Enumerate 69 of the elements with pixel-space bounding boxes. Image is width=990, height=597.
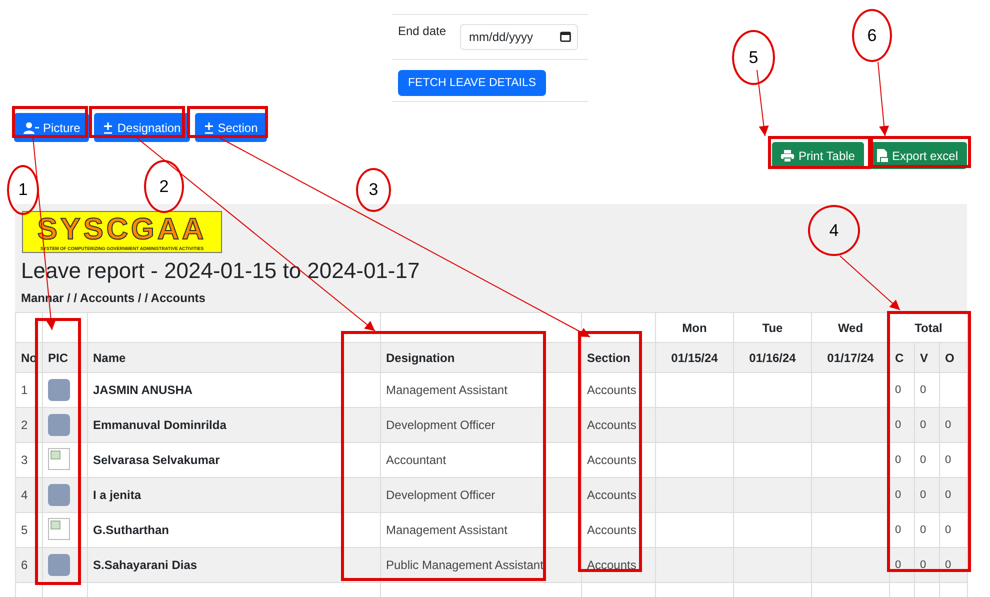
table-cell: Development Officer: [380, 478, 582, 512]
column-header: Designation: [380, 342, 582, 372]
plus-minus-icon: [103, 122, 114, 134]
callout-number: 2: [144, 160, 184, 213]
table-cell: G.Sutharthan: [88, 512, 380, 548]
column-header: Section: [582, 342, 656, 372]
column-header: V: [914, 342, 940, 372]
column-header: Wed: [812, 312, 890, 342]
column-header: 01/15/24: [656, 342, 734, 372]
photo-placeholder: [48, 484, 70, 506]
table-cell: Emmanuval Dominrilda: [88, 408, 380, 442]
callout-number: 4: [808, 205, 860, 256]
table-cell: Accounts: [582, 512, 656, 548]
printer-icon: [781, 150, 794, 162]
table-cell: 0: [945, 524, 952, 536]
table-cell: Accountant: [380, 442, 582, 478]
table-cell: Accounts: [582, 478, 656, 512]
plus-minus-icon: [204, 122, 214, 134]
table-cell: 0: [920, 489, 926, 501]
photo-placeholder: [48, 379, 70, 401]
column-header: Total: [890, 312, 968, 342]
table-cell: Selvarasa Selvakumar: [88, 442, 380, 478]
column-header: Tue: [734, 312, 812, 342]
table-cell: 0: [945, 419, 952, 431]
calendar-icon[interactable]: [560, 31, 571, 42]
column-header: O: [940, 342, 968, 372]
table-cell: Accounts: [582, 408, 656, 442]
person-minus-icon: [23, 122, 39, 134]
fetch-leave-details-button[interactable]: FETCH LEAVE DETAILS: [398, 70, 546, 96]
table-cell: S.Sahayarani Dias: [88, 548, 380, 582]
table-cell: I a jenita: [88, 478, 380, 512]
table-cell: JASMIN ANUSHA: [88, 372, 380, 408]
end-date-field[interactable]: mm/dd/yyyy: [460, 24, 578, 50]
file-icon: [876, 149, 888, 162]
callout-number: 5: [732, 30, 775, 85]
column-header: C: [890, 342, 914, 372]
column-header: 01/16/24: [734, 342, 812, 372]
photo-placeholder: [48, 414, 70, 436]
annotation-arrow: [756, 70, 769, 136]
table-cell: 0: [895, 489, 902, 501]
table-cell: 0: [945, 489, 952, 501]
table-cell: 0: [945, 559, 952, 571]
column-header: Name: [88, 342, 380, 372]
table-cell: 0: [895, 559, 902, 571]
table-cell: 0: [920, 454, 926, 466]
annotation-arrow: [840, 256, 900, 310]
callout-number: 1: [7, 165, 39, 215]
table-cell: 0: [895, 454, 902, 466]
table-cell: 0: [895, 419, 902, 431]
column-header: 01/17/24: [812, 342, 890, 372]
table-cell: Management Assistant: [380, 512, 582, 548]
table-cell: 0: [920, 524, 926, 536]
end-date-label: End date: [398, 24, 448, 38]
table-cell: 0: [920, 419, 926, 431]
column-header: Mon: [656, 312, 734, 342]
table-cell: 0: [920, 384, 926, 396]
broken-image-icon: [48, 518, 70, 540]
table-cell: 0: [945, 454, 952, 466]
callout-number: 3: [356, 168, 391, 212]
table-cell: 0: [895, 384, 902, 396]
table-cell: Management Assistant: [380, 372, 582, 408]
broken-image-icon: [48, 448, 70, 470]
table-cell: 0: [895, 524, 902, 536]
photo-placeholder: [48, 554, 70, 576]
table-cell: 0: [920, 559, 926, 571]
callout-number: 6: [852, 9, 892, 62]
table-cell: Development Officer: [380, 408, 582, 442]
table-cell: Accounts: [582, 442, 656, 478]
table-cell: Accounts: [582, 372, 656, 408]
